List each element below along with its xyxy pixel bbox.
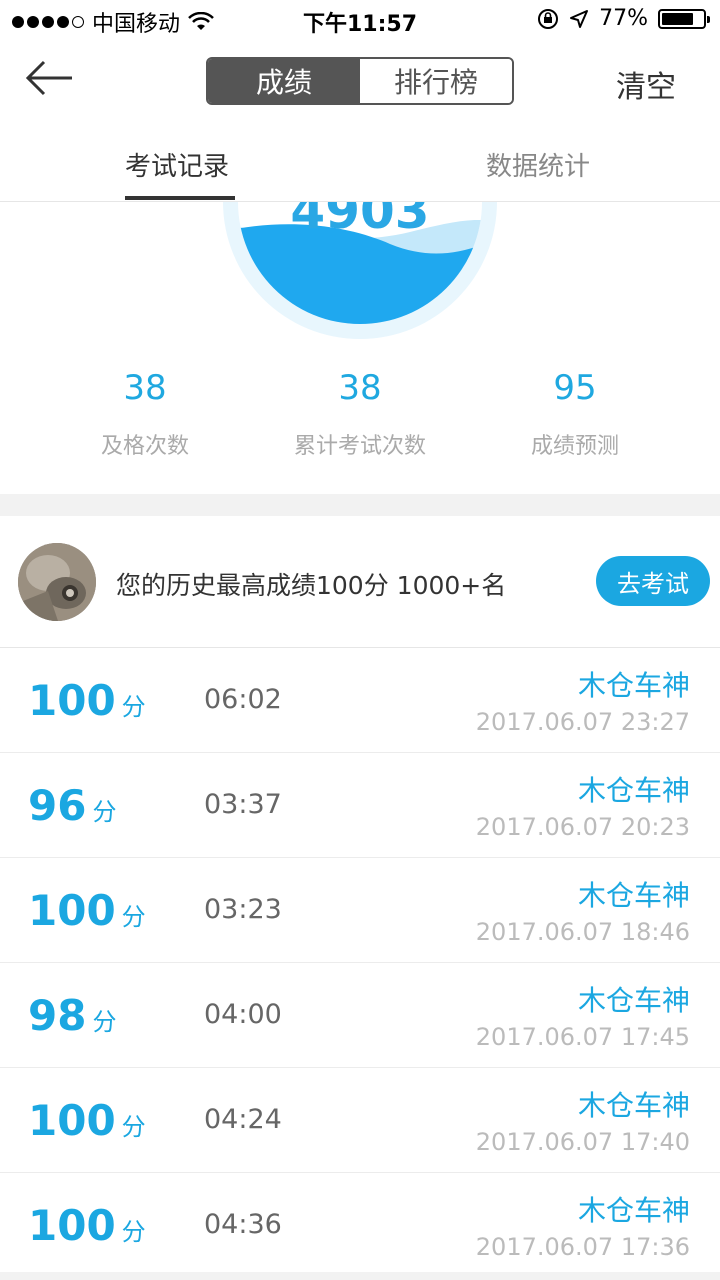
gauge-value: 4903 [290,202,430,240]
exam-record-list: 100 分 06:02 木仓车神 2017.06.07 23:27 96 分 03:… [0,648,720,1278]
avatar [18,543,96,621]
segmented-control: 成绩 排行榜 [206,57,514,105]
navigation-bar: 成绩 排行榜 清空 [0,40,720,124]
tab-exam-records[interactable]: 考试记录 [125,146,229,183]
record-duration: 06:02 [204,684,282,715]
orientation-lock-icon [538,8,559,29]
record-row[interactable]: 100 分 06:02 木仓车神 2017.06.07 23:27 [0,648,720,753]
pass-count-value: 38 [123,368,167,408]
record-row[interactable]: 98 分 04:00 木仓车神 2017.06.07 17:45 [0,963,720,1068]
record-user-name: 木仓车神 [577,1089,690,1122]
record-datetime: 2017.06.07 20:23 [475,813,690,841]
segment-leaderboard[interactable]: 排行榜 [360,59,512,103]
record-score: 100 分 [28,676,146,725]
score-unit: 分 [121,1218,146,1246]
record-score: 100 分 [28,1201,146,1250]
record-datetime: 2017.06.07 17:36 [475,1233,690,1261]
score-prediction-value: 95 [553,368,597,408]
record-duration: 03:37 [204,789,282,820]
record-row[interactable]: 100 分 04:24 木仓车神 2017.06.07 17:40 [0,1068,720,1173]
bottom-divider [0,1272,720,1280]
record-user-name: 木仓车神 [577,984,690,1017]
score-unit: 分 [92,1008,117,1036]
back-arrow-icon[interactable] [24,58,76,98]
segment-scores[interactable]: 成绩 [208,59,360,103]
record-datetime: 2017.06.07 17:45 [475,1023,690,1051]
pass-count-label: 及格次数 [100,434,189,459]
battery-icon [658,8,710,29]
clear-button[interactable]: 清空 [616,62,676,106]
battery-percent: 77% [599,6,648,31]
score-unit: 分 [121,1113,146,1141]
record-duration: 04:24 [204,1104,282,1135]
score-value: 98 [28,991,87,1040]
section-divider [0,494,720,516]
record-datetime: 2017.06.07 23:27 [475,708,690,736]
score-unit: 分 [121,903,146,931]
score-value: 100 [28,886,116,935]
sub-tabs: 考试记录 数据统计 [0,124,720,202]
total-exams-label: 累计考试次数 [293,434,426,459]
record-row[interactable]: 100 分 03:23 木仓车神 2017.06.07 18:46 [0,858,720,963]
record-duration: 03:23 [204,894,282,925]
take-exam-button[interactable]: 去考试 [596,556,710,606]
tab-data-statistics[interactable]: 数据统计 [486,146,590,183]
score-value: 100 [28,1096,116,1145]
record-score: 100 分 [28,1096,146,1145]
record-row[interactable]: 96 分 03:37 木仓车神 2017.06.07 20:23 [0,753,720,858]
record-score: 100 分 [28,886,146,935]
total-exams-value: 38 [338,368,382,408]
record-user-name: 木仓车神 [577,669,690,702]
location-arrow-icon [570,9,589,28]
record-duration: 04:00 [204,999,282,1030]
record-user-name: 木仓车神 [577,1194,690,1227]
score-unit: 分 [92,798,117,826]
score-unit: 分 [121,693,146,721]
record-duration: 04:36 [204,1209,282,1240]
score-value: 100 [28,1201,116,1250]
record-datetime: 2017.06.07 18:46 [475,918,690,946]
record-score: 96 分 [28,781,116,830]
battery-level [662,12,693,25]
best-score-text: 您的历史最高成绩100分 1000+名 [116,571,507,600]
score-value: 100 [28,676,116,725]
status-right: 77% [537,6,710,31]
record-user-name: 木仓车神 [577,774,690,807]
active-tab-indicator [125,196,235,200]
status-bar: 中国移动 下午11:57 77% [0,0,720,40]
record-datetime: 2017.06.07 17:40 [475,1128,690,1156]
best-record-banner: 您的历史最高成绩100分 1000+名 去考试 [0,516,720,648]
score-value: 96 [28,781,87,830]
score-prediction-label: 成绩预测 [530,434,619,459]
record-score: 98 分 [28,991,116,1040]
record-user-name: 木仓车神 [577,879,690,912]
statistics-panel: 4903 38 及格次数 38 累计考试次数 95 成绩预测 [0,202,720,494]
record-row[interactable]: 100 分 04:36 木仓车神 2017.06.07 17:36 [0,1173,720,1278]
